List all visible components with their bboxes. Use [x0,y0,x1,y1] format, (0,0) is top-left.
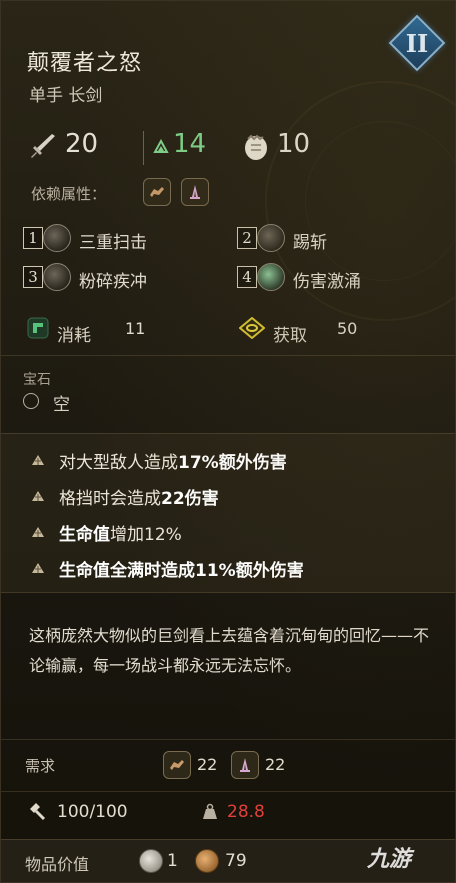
perk-shell-icon [32,491,44,501]
skill-name: 粉碎疾冲 [79,272,147,292]
stats-row: 20 14 10 [25,127,445,167]
upgrade-value: 14 [173,129,207,159]
value-label: 物品价值 [25,855,90,874]
section-divider [1,739,455,740]
skill-number: 1 [23,227,43,249]
weight-value: 28.8 [227,802,265,822]
skill-name: 伤害激涌 [293,272,361,292]
strength-arm-icon [150,187,164,197]
item-name: 颠覆者之怒 [27,51,143,76]
gold-coin-icon [195,849,219,873]
strength-requirement-value: 22 [197,755,218,774]
perk-text: 格挡时会造成 [59,489,161,509]
requirements-label: 需求 [25,757,56,775]
skill-name: 三重扫击 [79,233,147,253]
sword-icon [31,134,55,158]
item-type: 单手 长剑 [29,86,103,106]
skill-name: 踢斩 [293,233,327,253]
perks-section: 对大型敌人造成17%额外伤害 格挡时会造成22伤害 生命值增加12% 生命值全满… [1,433,455,593]
damage-surge-skill-icon [257,263,285,291]
dexterity-attribute-badge [181,178,209,206]
dependency-label: 依赖属性： [31,185,107,203]
kick-slash-skill-icon [257,224,285,252]
strength-arm-icon [170,760,184,770]
perk-row: 格挡时会造成22伤害 [31,484,451,510]
hammer-durability-icon [30,803,46,821]
silver-coin-icon [139,849,163,873]
item-tooltip: II 颠覆者之怒 单手 长剑 20 14 10 依赖属性： 1 三重扫击 2 踢… [0,0,456,883]
focus-gain-icon [239,317,265,339]
perk-highlight: 17%额外伤害 [178,453,287,473]
perk-text: 增加12% [110,525,182,545]
gold-value: 79 [225,851,247,871]
watermark-logo: 九游 [367,847,412,872]
gem-title: 宝石 [23,372,51,388]
strength-attribute-badge [143,178,171,206]
triple-sweep-skill-icon [43,224,71,252]
silver-value: 1 [167,851,178,871]
tier-label: II [405,28,429,58]
crushing-dash-skill-icon [43,263,71,291]
section-divider [1,791,455,792]
durability-value: 100/100 [57,802,128,822]
strength-requirement-badge [163,751,191,779]
perk-shell-icon [32,455,44,465]
gain-value: 50 [337,319,358,338]
consume-value: 11 [125,319,146,338]
perk-highlight: 生命值全满时造成11%额外伤害 [59,561,304,581]
perk-highlight: 22伤害 [161,489,219,509]
skill-number: 4 [237,266,257,288]
focus-consume-icon [27,317,49,339]
stagger-value: 10 [277,129,311,159]
perk-row: 对大型敌人造成17%额外伤害 [31,448,451,474]
perk-highlight: 生命值 [59,525,110,545]
damage-value: 20 [65,129,99,159]
section-divider [1,355,455,356]
perk-text: 对大型敌人造成 [59,453,178,473]
stat-divider [143,131,144,165]
stagger-fist-icon [245,134,267,160]
consume-label: 消耗 [57,326,91,346]
dexterity-requirement-value: 22 [265,755,286,774]
empty-gem-slot-icon[interactable] [23,393,39,409]
perk-row: 生命值全满时造成11%额外伤害 [31,556,451,582]
gain-label: 获取 [273,326,307,346]
lore-text: 这柄庞然大物似的巨剑看上去蕴含着沉甸甸的回忆——不论输赢，每一场战斗都永远无法忘… [29,626,430,675]
gem-value: 空 [53,395,70,415]
perk-shell-icon [32,563,44,573]
perk-shell-icon [32,527,44,537]
dexterity-hand-icon [240,758,250,772]
dexterity-requirement-badge [231,751,259,779]
skill-number: 2 [237,227,257,249]
weight-icon [203,803,217,819]
perk-row: 生命值增加12% [31,520,451,546]
upgrade-triangle-icon [153,139,169,153]
tier-badge: II [388,14,446,72]
dexterity-hand-icon [190,185,200,199]
skill-number: 3 [23,266,43,288]
